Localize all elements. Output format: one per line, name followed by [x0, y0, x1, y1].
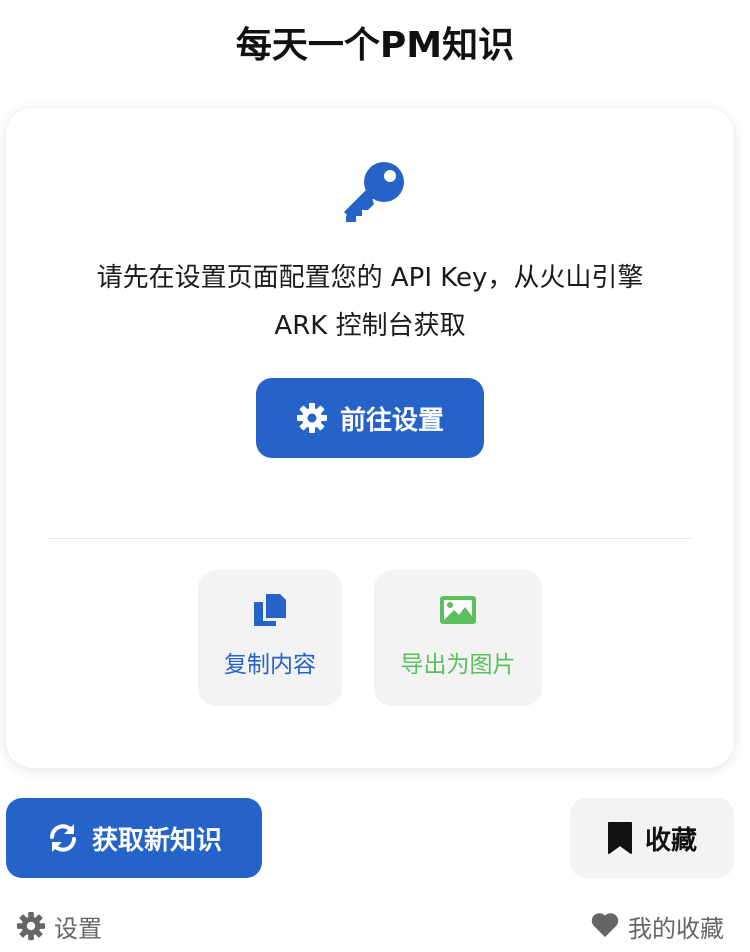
card-divider — [48, 538, 692, 539]
api-key-message: 请先在设置页面配置您的 API Key，从火山引擎 ARK 控制台获取 — [96, 263, 644, 341]
export-image-label: 导出为图片 — [400, 652, 516, 678]
bookmark-icon — [607, 821, 633, 855]
favorite-button[interactable]: 收藏 — [570, 798, 734, 878]
footer-my-favorites-label: 我的收藏 — [628, 914, 724, 943]
page-title: 每天一个PM知识 — [235, 25, 515, 66]
gear-icon — [16, 911, 46, 941]
footer-settings-link[interactable]: 设置 — [16, 906, 102, 946]
copy-icon — [250, 590, 290, 630]
favorite-label: 收藏 — [644, 825, 697, 856]
copy-content-button[interactable]: 复制内容 — [198, 570, 342, 706]
key-icon — [338, 156, 410, 228]
api-key-card: 请先在设置页面配置您的 API Key，从火山引擎 ARK 控制台获取 前往设置 — [6, 108, 734, 768]
refresh-icon — [46, 821, 80, 855]
image-icon — [438, 590, 478, 630]
fetch-new-knowledge-label: 获取新知识 — [91, 825, 222, 856]
export-image-button[interactable]: 导出为图片 — [374, 570, 542, 706]
copy-content-label: 复制内容 — [224, 652, 316, 678]
footer-settings-label: 设置 — [54, 914, 102, 943]
gear-icon — [296, 402, 328, 434]
heart-icon — [590, 911, 620, 941]
footer-my-favorites-link[interactable]: 我的收藏 — [590, 906, 724, 946]
fetch-new-knowledge-button[interactable]: 获取新知识 — [6, 798, 262, 878]
goto-settings-label: 前往设置 — [339, 405, 444, 436]
goto-settings-button[interactable]: 前往设置 — [256, 378, 484, 458]
